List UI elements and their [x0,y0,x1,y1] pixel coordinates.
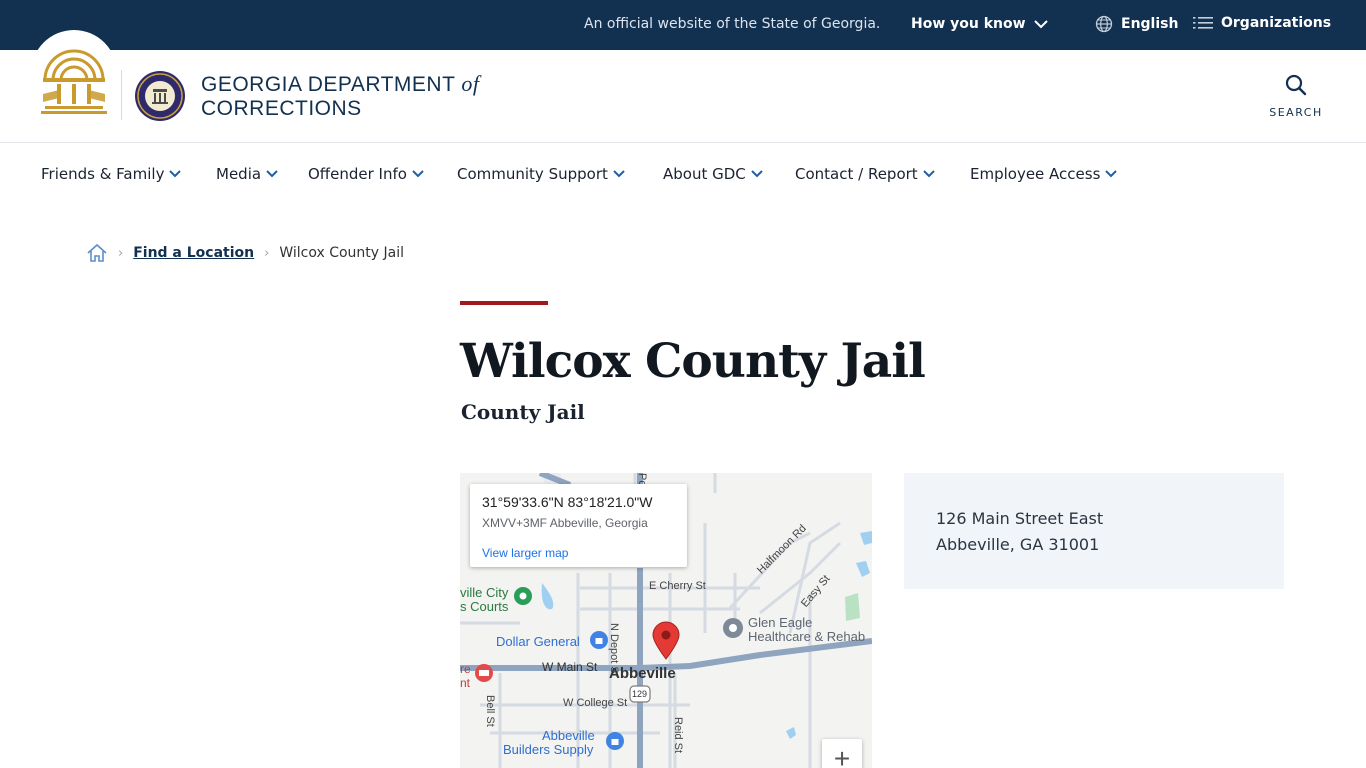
nav-employee-access[interactable]: Employee Access [970,165,1118,183]
organizations-menu[interactable]: Organizations [1193,15,1331,31]
chevron-down-icon [266,170,278,178]
logo-divider [121,70,122,120]
agency-line2: CORRECTIONS [201,97,362,120]
chevron-down-icon [169,170,182,178]
nav-community-support[interactable]: Community Support [457,165,625,183]
home-icon[interactable] [86,243,108,263]
map-label-courts-1: ville City [460,585,509,600]
chevron-down-icon [1033,20,1048,29]
breadcrumb-find-location[interactable]: Find a Location [133,245,254,261]
nav-about-gdc[interactable]: About GDC [663,165,763,183]
chevron-right-icon: › [264,245,270,261]
nav-item-label: Community Support [457,165,608,183]
language-selector[interactable]: English [1095,15,1178,33]
agency-of: of [461,71,480,96]
map-label-glen-eagle-2: Healthcare & Rehab [748,629,866,644]
map-info-card: 31°59'33.6"N 83°18'21.0"W XMVV+3MF Abbev… [470,484,687,567]
address-line1: 126 Main Street East [936,509,1104,528]
page-title: Wilcox County Jail [460,334,926,389]
map-label-abbeville: Abbeville [609,665,676,682]
address-card: 126 Main Street East Abbeville, GA 31001 [904,473,1284,589]
search-label: SEARCH [1269,106,1323,119]
map-label-glen-eagle-1: Glen Eagle [748,615,813,630]
list-icon [1193,17,1213,29]
chevron-right-icon: › [118,245,124,261]
title-accent-rule [460,301,548,305]
map-plus-code: XMVV+3MF Abbeville, Georgia [482,516,648,530]
state-banner: An official website of the State of Geor… [0,0,1366,50]
nav-contact-report[interactable]: Contact / Report [795,165,935,183]
nav-offender-info[interactable]: Offender Info [308,165,424,183]
nav-friends-family[interactable]: Friends & Family [41,165,182,183]
breadcrumb: › Find a Location › Wilcox County Jail [86,243,404,263]
search-icon [1285,74,1307,96]
chevron-down-icon [922,170,935,178]
map-label-main: W Main St [542,660,598,674]
nav-media[interactable]: Media [216,165,278,183]
map-label-builders-2: Builders Supply [503,742,594,757]
chevron-down-icon [613,170,625,178]
chevron-down-icon [1105,170,1118,178]
map-zoom-in-button[interactable]: + [822,739,862,768]
map-label-left-edge-1: re [460,662,471,676]
agency-line1: GEORGIA DEPARTMENT [201,73,456,96]
agency-name[interactable]: GEORGIA DEPARTMENT of CORRECTIONS [201,72,480,121]
nav-item-label: Contact / Report [795,165,918,183]
nav-item-label: Employee Access [970,165,1101,183]
map-label-reid: Reid St [672,717,684,754]
breadcrumb-current: Wilcox County Jail [279,245,405,261]
map-label-route: 129 [632,689,648,699]
georgia-state-logo-icon[interactable] [39,40,109,118]
map-label-left-edge-2: nt [460,676,471,690]
map-label-cherry: E Cherry St [649,580,706,592]
language-label: English [1121,16,1179,32]
nav-item-label: Offender Info [308,165,407,183]
official-site-text: An official website of the State of Geor… [584,16,881,32]
address-line2: Abbeville, GA 31001 [936,535,1100,554]
gdc-seal-icon[interactable] [134,70,186,122]
location-map[interactable]: E Cherry St Halfmoon Rd Easy St N Depot … [460,473,872,768]
search-button[interactable]: SEARCH [1262,74,1330,119]
chevron-down-icon [751,170,763,178]
organizations-label: Organizations [1221,15,1332,31]
view-larger-map-link[interactable]: View larger map [482,546,675,560]
map-label-builders-1: Abbeville [542,728,595,743]
how-you-know-toggle[interactable]: How you know [911,16,1048,32]
map-label-courts-2: s Courts [460,599,509,614]
map-label-college: W College St [563,697,628,709]
nav-item-label: Media [216,165,262,183]
how-you-know-label: How you know [911,16,1026,32]
globe-icon [1095,15,1113,33]
main-navigation: Friends & Family Media Offender Info Com… [0,143,1366,205]
nav-item-label: About GDC [663,165,746,183]
map-coordinates: 31°59'33.6"N 83°18'21.0"W [482,494,653,510]
nav-item-label: Friends & Family [41,165,165,183]
chevron-down-icon [412,170,424,178]
page-subtitle: County Jail [461,400,585,424]
map-label-bell: Bell St [484,695,496,727]
map-label-dollar-general: Dollar General [496,634,580,649]
